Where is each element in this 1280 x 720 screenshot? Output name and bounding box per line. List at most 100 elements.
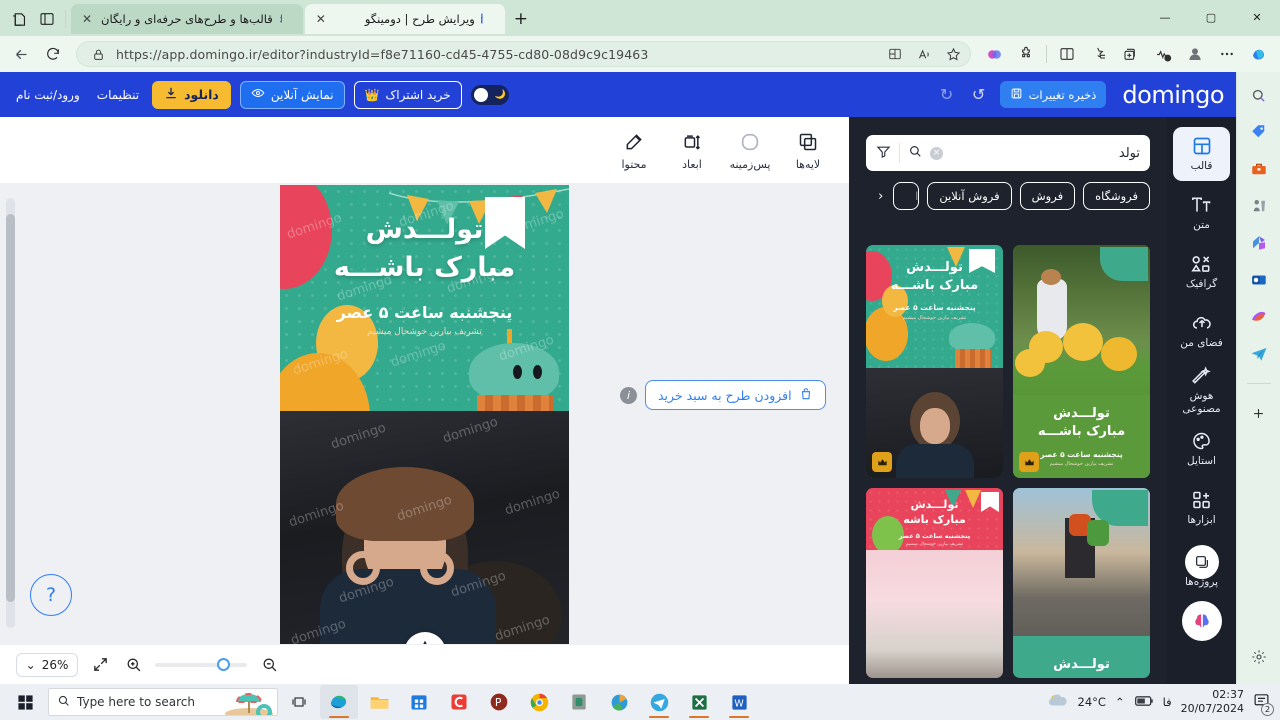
- sidebar-item-graphics[interactable]: گرافیک: [1173, 245, 1230, 299]
- c-app-icon[interactable]: [440, 685, 478, 719]
- zoom-slider-knob[interactable]: [217, 657, 230, 671]
- ai-brain-icon[interactable]: [1181, 601, 1222, 641]
- copilot-brain-icon[interactable]: [979, 40, 1009, 68]
- chevron-up-icon[interactable]: ⌃: [1115, 695, 1125, 709]
- excel-icon[interactable]: [680, 685, 718, 719]
- tool-content[interactable]: محتوا: [607, 122, 661, 178]
- outlook-icon[interactable]: [1244, 267, 1274, 293]
- app-logo[interactable]: domingo: [1116, 81, 1224, 109]
- search-icon[interactable]: [908, 144, 922, 162]
- browser-tab-1[interactable]: d قالب‌ها و طرح‌های حرفه‌ای و رایگان ✕: [71, 4, 303, 34]
- help-button[interactable]: ?: [30, 574, 72, 616]
- battery-icon[interactable]: [1134, 694, 1154, 711]
- windows-start-icon[interactable]: [4, 685, 46, 719]
- sidebar-item-style[interactable]: استایل: [1173, 422, 1230, 476]
- redo-button[interactable]: ↻: [936, 85, 958, 104]
- info-icon[interactable]: i: [620, 386, 637, 404]
- sidebar-item-ai[interactable]: هوش مصنوعی: [1173, 363, 1230, 417]
- media-app-icon[interactable]: [600, 685, 638, 719]
- taskbar-clock[interactable]: 02:37 20/07/2024: [1181, 688, 1244, 716]
- design-note[interactable]: تشریف بیارین خوشحال میشیم: [280, 327, 569, 337]
- taskbar-search-box[interactable]: Type here to search: [48, 688, 278, 716]
- zoom-in-icon[interactable]: [122, 654, 144, 676]
- word-icon[interactable]: W: [720, 685, 758, 719]
- back-icon[interactable]: [6, 40, 36, 68]
- undo-button[interactable]: ↺: [968, 85, 990, 104]
- template-search-box[interactable]: تولد ×: [866, 135, 1150, 171]
- window-maximize-button[interactable]: ▢: [1188, 0, 1234, 34]
- template-card-1[interactable]: تولـــدش مبارک باشـــه پنجشنبه ساعت ۵ عص…: [1013, 245, 1150, 478]
- canvas-vertical-scrollbar[interactable]: [6, 198, 15, 628]
- sidebar-item-projects[interactable]: پروژه‌ها: [1173, 540, 1230, 594]
- window-minimize-button[interactable]: —: [1142, 0, 1188, 34]
- sidebar-item-tools[interactable]: ابزارها: [1173, 481, 1230, 535]
- zoom-out-icon[interactable]: [258, 654, 280, 676]
- notification-icon[interactable]: 2: [1253, 692, 1274, 716]
- notes-app-icon[interactable]: [560, 685, 598, 719]
- task-view-icon[interactable]: [280, 685, 318, 719]
- add-icon[interactable]: [1244, 400, 1274, 426]
- canvas-area[interactable]: تولـــدش مبارک باشـــه پنجشنبه ساعت ۵ عص…: [0, 184, 849, 644]
- microsoft-store-icon[interactable]: [400, 685, 438, 719]
- chip-shop[interactable]: فروشگاه: [1083, 182, 1150, 210]
- sidebar-item-template[interactable]: قالب: [1173, 127, 1230, 181]
- template-card-2[interactable]: تولـــدش مبارک باشـــه پنجشنبه ساعت ۵ عص…: [866, 245, 1003, 478]
- login-register-link[interactable]: ورود/ثبت نام: [12, 88, 84, 102]
- browser-tab-2-close-icon[interactable]: ✕: [313, 11, 329, 27]
- window-close-button[interactable]: ✕: [1234, 0, 1280, 34]
- microsoft365-icon[interactable]: [1244, 230, 1274, 256]
- read-aloud-icon[interactable]: [913, 43, 935, 65]
- add-to-cart-button[interactable]: افزودن طرح به سبد خرید: [645, 380, 826, 410]
- template-card-4[interactable]: تولـــدش مبارک باشه پنجشنبه ساعت ۵ عصر ت…: [866, 488, 1003, 678]
- chips-prev-chevron-icon[interactable]: ‹: [876, 189, 885, 204]
- scrollbar-thumb[interactable]: [6, 214, 15, 602]
- tool-layers[interactable]: لایه‌ها: [781, 122, 835, 178]
- split-screen-icon[interactable]: [884, 43, 906, 65]
- shopping-tag-icon[interactable]: [1244, 119, 1274, 145]
- template-search-input[interactable]: تولد: [951, 146, 1140, 161]
- tool-background[interactable]: پس‌زمینه: [723, 122, 777, 178]
- file-explorer-icon[interactable]: [360, 685, 398, 719]
- refresh-icon[interactable]: [38, 40, 68, 68]
- telegram-icon[interactable]: [1244, 341, 1274, 367]
- browser-tab-1-close-icon[interactable]: ✕: [79, 11, 95, 27]
- zoom-slider[interactable]: [155, 657, 247, 671]
- chip-truncated[interactable]: ا: [893, 182, 920, 210]
- download-button[interactable]: دانلود: [152, 80, 231, 109]
- chip-sale[interactable]: فروش: [1019, 182, 1076, 210]
- design-subtitle[interactable]: پنجشنبه ساعت ۵ عصر: [280, 303, 569, 322]
- buy-subscription-button[interactable]: خرید اشتراک 👑: [353, 80, 462, 109]
- sidebar-item-text[interactable]: متن: [1173, 186, 1230, 240]
- filter-icon[interactable]: [876, 144, 891, 163]
- search-icon[interactable]: [1244, 82, 1274, 108]
- chip-online-sale[interactable]: فروش آنلاین: [927, 182, 1012, 210]
- template-card-3[interactable]: تولـــدش ↑: [1013, 488, 1150, 678]
- telegram-icon[interactable]: [640, 685, 678, 719]
- chrome-icon[interactable]: [520, 685, 558, 719]
- language-indicator[interactable]: فا: [1163, 695, 1172, 709]
- tool-dimensions[interactable]: ابعاد: [665, 122, 719, 178]
- save-changes-button[interactable]: ذخیره تغییرات: [999, 81, 1107, 108]
- design-canvas[interactable]: تولـــدش مبارک باشـــه پنجشنبه ساعت ۵ عص…: [280, 185, 569, 644]
- address-bar[interactable]: https://app.domingo.ir/editor?industryId…: [76, 41, 971, 67]
- design-title[interactable]: تولـــدش مبارک باشـــه: [280, 211, 569, 288]
- browser-essentials-icon[interactable]: [1148, 40, 1178, 68]
- vertical-tabs-icon[interactable]: [34, 6, 60, 32]
- designer-icon[interactable]: [1244, 304, 1274, 330]
- dark-mode-toggle[interactable]: 🌙: [470, 84, 509, 105]
- sidebar-item-my-space[interactable]: فضای من: [1173, 304, 1230, 358]
- clear-search-icon[interactable]: ×: [930, 146, 943, 160]
- zoom-level-select[interactable]: ⌄ 26%: [16, 652, 78, 677]
- online-preview-button[interactable]: نمایش آنلاین: [239, 80, 345, 109]
- favorite-star-icon[interactable]: [942, 43, 964, 65]
- profile-icon[interactable]: [1180, 40, 1210, 68]
- partly-cloudy-icon[interactable]: [1047, 692, 1069, 713]
- browser-tab-2[interactable]: d ویرایش طرح | دومینگو ✕: [304, 4, 505, 34]
- settings-gear-icon[interactable]: [1244, 644, 1274, 670]
- fit-screen-icon[interactable]: [89, 654, 111, 676]
- p-app-icon[interactable]: P: [480, 685, 518, 719]
- edge-icon[interactable]: [320, 685, 358, 719]
- copilot-icon[interactable]: [1244, 40, 1274, 68]
- extensions-icon[interactable]: [1011, 40, 1041, 68]
- tools-icon[interactable]: [1244, 156, 1274, 182]
